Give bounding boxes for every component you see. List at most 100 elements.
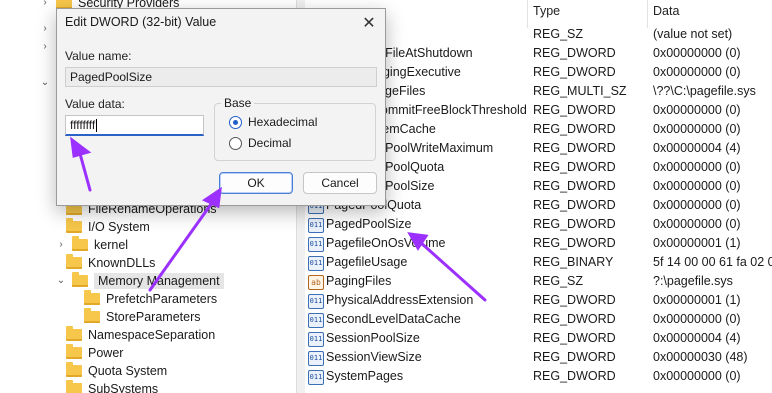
value-row[interactable]: 011 SessionPoolSize REG_DWORD 0x00000004 (4… <box>305 330 772 349</box>
value-type: REG_DWORD <box>533 236 616 250</box>
text-cursor <box>96 119 98 133</box>
value-type: REG_DWORD <box>533 179 616 193</box>
binary-value-icon: 011 <box>308 256 324 271</box>
folder-icon <box>84 308 100 323</box>
decimal-radio[interactable]: Decimal <box>229 136 291 150</box>
tree-item[interactable]: ⌄ <box>40 74 56 92</box>
base-groupbox: Base Hexadecimal Decimal <box>214 96 376 161</box>
value-data: 0x00000000 (0) <box>653 312 741 326</box>
value-type: REG_SZ <box>533 274 584 288</box>
value-data: 0x00000001 (1) <box>653 236 741 250</box>
value-type: REG_DWORD <box>533 312 616 326</box>
tree-item-label: Memory Management <box>94 273 224 289</box>
value-name: SystemPages <box>326 369 404 383</box>
value-name: SessionViewSize <box>326 350 422 364</box>
value-row[interactable]: 011 PagefileOnOsVolume REG_DWORD 0x00000001… <box>305 235 772 254</box>
value-row[interactable]: 011 PagedPoolSize REG_DWORD 0x00000000 (0) <box>305 216 772 235</box>
tree-item-knowndlls[interactable]: KnownDLLs <box>66 254 155 272</box>
tree-item-label: KnownDLLs <box>88 256 156 270</box>
dword-value-icon: 011 <box>308 218 324 233</box>
value-data: 0x00000000 (0) <box>653 369 741 383</box>
chevron-down-icon[interactable]: ⌄ <box>40 78 50 88</box>
value-type: REG_DWORD <box>533 350 616 364</box>
folder-icon <box>72 272 88 287</box>
value-row[interactable]: 011 PagefileUsage REG_BINARY 5f 14 00 00 61… <box>305 254 772 273</box>
tree-item-kernel[interactable]: › kernel <box>56 236 128 254</box>
ok-button[interactable]: OK <box>219 172 293 194</box>
dword-value-icon: 011 <box>308 237 324 252</box>
value-type: REG_MULTI_SZ <box>533 84 627 98</box>
tree-item-quota-system[interactable]: Quota System <box>66 362 167 380</box>
tree-item-label: PrefetchParameters <box>106 292 218 306</box>
value-data: 0x00000000 (0) <box>653 160 741 174</box>
dword-value-icon: 011 <box>308 332 324 347</box>
value-data-input[interactable]: ffffffff <box>65 115 204 136</box>
value-type: REG_SZ <box>533 27 584 41</box>
value-type: REG_DWORD <box>533 331 616 345</box>
value-data: 0x00000004 (4) <box>653 331 741 345</box>
folder-icon <box>66 326 82 341</box>
hexadecimal-radio[interactable]: Hexadecimal <box>229 115 317 129</box>
string-value-icon: ab <box>308 275 324 290</box>
value-data: 5f 14 00 00 61 fa 02 00 e <box>653 255 772 269</box>
tree-item[interactable]: › <box>40 20 56 38</box>
value-name: SessionPoolSize <box>326 331 420 345</box>
close-icon[interactable]: ✕ <box>361 13 377 33</box>
value-type: REG_DWORD <box>533 293 616 307</box>
folder-icon <box>66 380 82 393</box>
column-divider[interactable] <box>647 0 648 28</box>
tree-item[interactable]: › <box>40 38 56 56</box>
value-name: SecondLevelDataCache <box>326 312 461 326</box>
column-header-type[interactable]: Type <box>533 4 560 24</box>
tree-item-io-system[interactable]: I/O System <box>66 218 150 236</box>
tree-item-namespaceseparation[interactable]: NamespaceSeparation <box>66 326 215 344</box>
chevron-right-icon[interactable]: › <box>40 24 50 34</box>
value-data: 0x00000030 (48) <box>653 350 748 364</box>
value-row[interactable]: 011 SessionViewSize REG_DWORD 0x00000030 (4… <box>305 349 772 368</box>
tree-item-label: kernel <box>94 238 129 252</box>
tree-item-prefetchparameters[interactable]: PrefetchParameters <box>84 290 217 308</box>
value-row[interactable]: 011 SystemPages REG_DWORD 0x00000000 (0) <box>305 368 772 387</box>
value-data: 0x00000000 (0) <box>653 65 741 79</box>
cancel-button[interactable]: Cancel <box>303 172 377 194</box>
value-type: REG_BINARY <box>533 255 614 269</box>
value-data-text: ffffffff <box>70 118 96 132</box>
radio-selected-icon[interactable] <box>229 115 242 129</box>
folder-icon <box>66 218 82 233</box>
dialog-title: Edit DWORD (32-bit) Value <box>65 15 217 29</box>
value-type: REG_DWORD <box>533 65 616 79</box>
dword-value-icon: 011 <box>308 370 324 385</box>
tree-item-memory-management[interactable]: ⌄ Memory Management <box>56 272 224 290</box>
value-type: REG_DWORD <box>533 46 616 60</box>
value-name: PagefileUsage <box>326 255 408 269</box>
value-data: 0x00000000 (0) <box>653 103 741 117</box>
tree-item-subsystems[interactable]: SubSystems <box>66 380 158 393</box>
chevron-right-icon[interactable]: › <box>56 240 66 250</box>
value-row[interactable]: 011 SecondLevelDataCache REG_DWORD 0x000000… <box>305 311 772 330</box>
value-data: 0x00000000 (0) <box>653 122 741 136</box>
chevron-right-icon[interactable]: › <box>40 0 50 8</box>
value-row[interactable]: 011 PhysicalAddressExtension REG_DWORD 0x00… <box>305 292 772 311</box>
tree-item-label: NamespaceSeparation <box>88 328 216 342</box>
radio-unselected-icon[interactable] <box>229 136 242 150</box>
chevron-right-icon[interactable]: › <box>40 42 50 52</box>
value-type: REG_DWORD <box>533 122 616 136</box>
folder-icon <box>66 254 82 269</box>
value-row[interactable]: ab PagingFiles REG_SZ ?:\pagefile.sys <box>305 273 772 292</box>
tree-item-storeparameters[interactable]: StoreParameters <box>84 308 200 326</box>
value-name: PagedPoolSize <box>326 217 412 231</box>
dword-value-icon: 011 <box>308 313 324 328</box>
tree-item-label: SubSystems <box>88 382 159 393</box>
edit-dword-dialog: Edit DWORD (32-bit) Value ✕ Value name: … <box>56 8 386 206</box>
value-type: REG_DWORD <box>533 160 616 174</box>
value-type: REG_DWORD <box>533 141 616 155</box>
value-name-field: PagedPoolSize <box>65 67 377 87</box>
value-data: (value not set) <box>653 27 733 41</box>
tree-item-label: I/O System <box>88 220 150 234</box>
value-type: REG_DWORD <box>533 217 616 231</box>
column-divider[interactable] <box>527 0 528 28</box>
chevron-down-icon[interactable]: ⌄ <box>56 276 66 286</box>
tree-item-power[interactable]: Power <box>66 344 123 362</box>
column-header-data[interactable]: Data <box>653 4 679 24</box>
value-name: PhysicalAddressExtension <box>326 293 474 307</box>
